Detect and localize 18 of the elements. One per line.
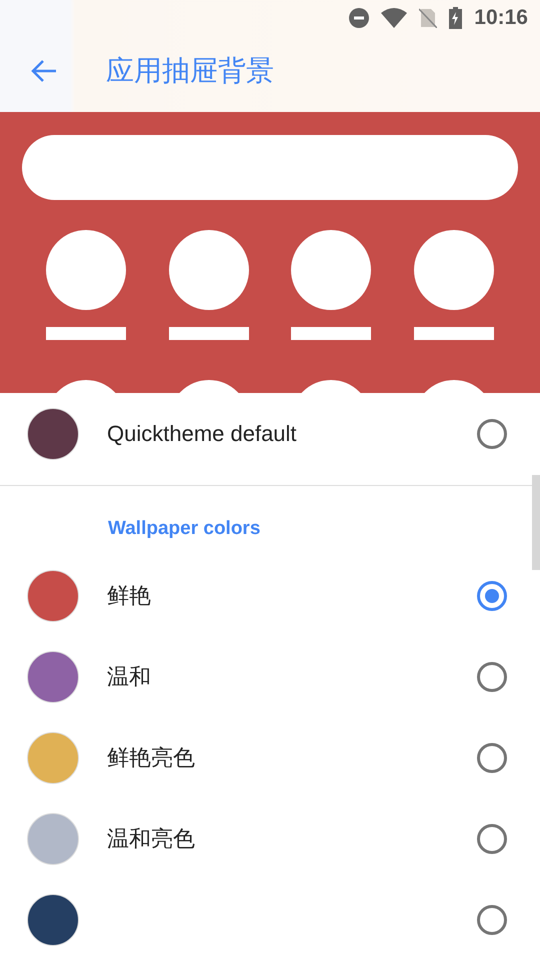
do-not-disturb-icon — [349, 8, 370, 28]
option-label: 鲜艳 — [107, 582, 152, 610]
radio-button[interactable] — [477, 742, 507, 772]
battery-charging-icon — [449, 7, 462, 29]
option-label: Quicktheme default — [107, 420, 298, 447]
section-header: Wallpaper colors — [108, 518, 262, 540]
radio-button[interactable] — [477, 904, 507, 934]
option-label: 鲜艳亮色 — [107, 744, 196, 772]
option-label: 温和 — [107, 662, 152, 690]
option-label: 温和亮色 — [107, 824, 196, 852]
wifi-icon — [381, 8, 408, 28]
status-time: 10:16 — [474, 6, 528, 30]
radio-button[interactable] — [477, 662, 507, 692]
radio-button[interactable] — [477, 824, 507, 854]
page-title: 应用抽屉背景 — [106, 54, 274, 88]
radio-button[interactable] — [477, 580, 507, 610]
no-sim-icon — [419, 8, 438, 28]
radio-button[interactable] — [477, 418, 507, 449]
